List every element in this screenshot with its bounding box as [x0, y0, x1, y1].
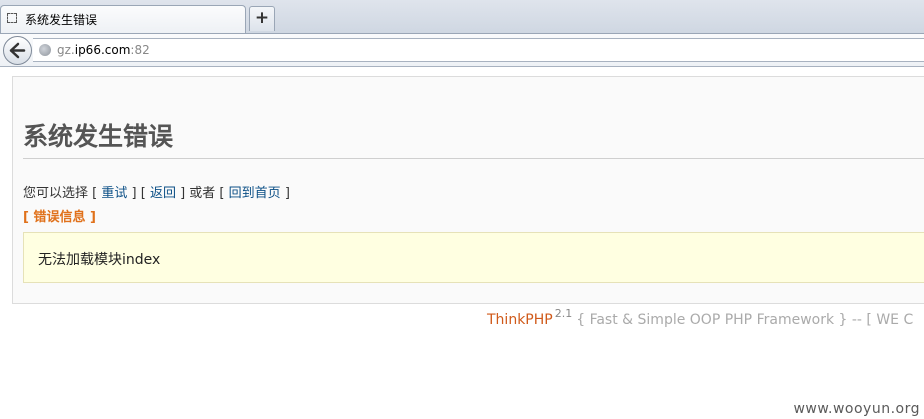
back-arrow-icon [9, 42, 26, 59]
framework-footer: ThinkPHP 2.1{ Fast & Simple OOP PHP Frame… [487, 307, 914, 328]
address-bar[interactable]: gz.ip66.com:82 [33, 38, 924, 62]
retry-link[interactable]: 重试 [101, 186, 127, 201]
options-suffix: ] [284, 186, 290, 201]
back-link[interactable]: 返回 [150, 186, 176, 201]
tab-title: 系统发生错误 [25, 13, 98, 27]
tab-strip: 系统发生错误 + [0, 0, 924, 33]
navigation-bar: gz.ip66.com:82 [0, 33, 924, 67]
page-title: 系统发生错误 [23, 122, 174, 151]
browser-tab[interactable]: 系统发生错误 [0, 5, 246, 33]
back-button[interactable] [3, 36, 32, 65]
options-separator-2: ] 或者 [ [180, 186, 225, 201]
error-info-label: [ 错误信息 ] [23, 210, 96, 225]
title-divider [23, 158, 924, 159]
options-prefix: 您可以选择 [ [23, 186, 98, 201]
framework-tagline: { Fast & Simple OOP PHP Framework } -- [… [576, 312, 914, 328]
home-link[interactable]: 回到首页 [229, 186, 281, 201]
url-text: gz.ip66.com:82 [57, 43, 150, 57]
error-panel: 系统发生错误 您可以选择 [ 重试 ] [ 返回 ] 或者 [ 回到首页 ] [… [12, 76, 924, 304]
error-message: 无法加载模块index [38, 252, 161, 268]
page-favicon-icon [7, 13, 17, 23]
options-separator-1: ] [ [131, 186, 146, 201]
framework-version: 2.1 [554, 307, 573, 320]
watermark: www.wooyun.org [793, 401, 920, 417]
error-message-box: 无法加载模块index [23, 232, 924, 283]
thinkphp-link[interactable]: ThinkPHP [487, 312, 553, 328]
globe-icon [39, 44, 51, 56]
options-line: 您可以选择 [ 重试 ] [ 返回 ] 或者 [ 回到首页 ] [23, 182, 290, 201]
new-tab-button[interactable]: + [249, 6, 275, 31]
